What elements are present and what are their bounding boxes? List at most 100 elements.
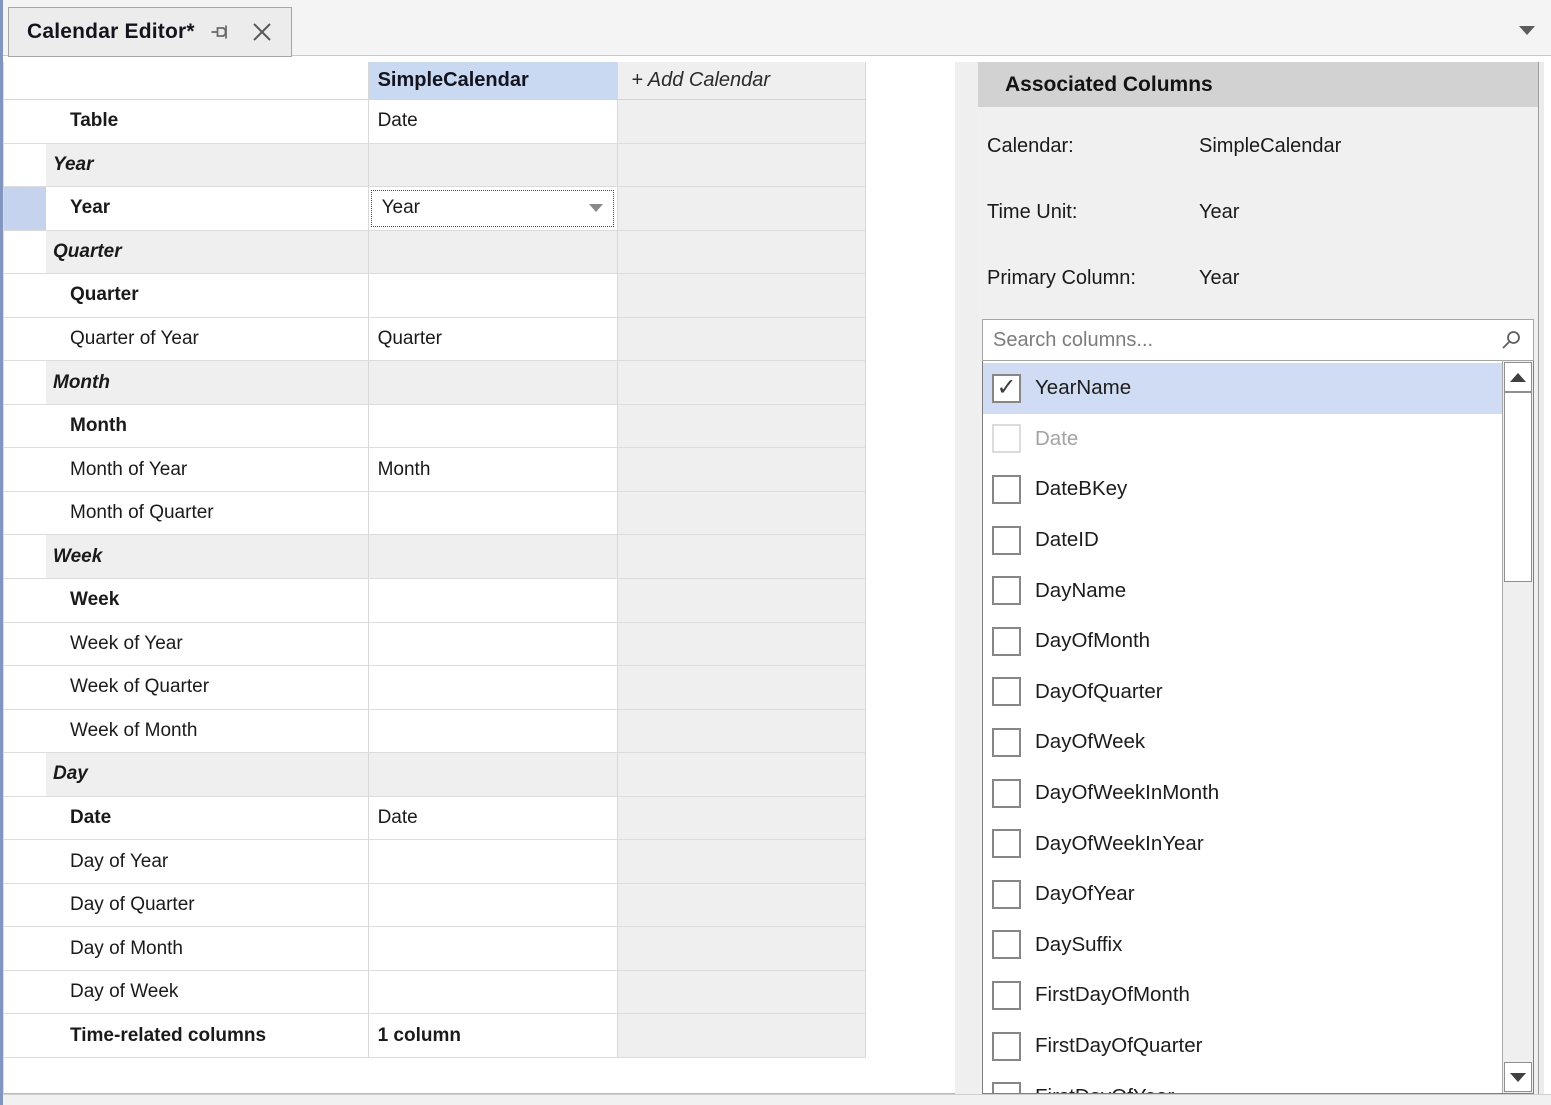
panel-splitter[interactable] xyxy=(955,62,978,1094)
row-value-cell[interactable] xyxy=(369,927,619,970)
row-value-cell[interactable] xyxy=(369,666,619,709)
chevron-down-icon[interactable] xyxy=(1519,26,1535,35)
row-value-cell[interactable] xyxy=(369,231,619,274)
row-value-cell[interactable]: Quarter xyxy=(369,318,619,361)
info-value: SimpleCalendar xyxy=(1199,135,1341,158)
row-label: Month of Quarter xyxy=(46,502,214,524)
row-value-cell[interactable] xyxy=(369,405,619,448)
table-row: Quarter xyxy=(4,274,866,318)
checkbox[interactable]: ✓ xyxy=(992,424,1021,453)
row-value-text: 1 column xyxy=(369,1025,461,1047)
row-gutter xyxy=(4,100,46,143)
list-item[interactable]: ✓ DayOfWeekInYear xyxy=(983,818,1502,869)
add-calendar-button[interactable]: + Add Calendar xyxy=(618,62,866,99)
search-input[interactable] xyxy=(983,329,1498,352)
row-value-cell[interactable]: 1 column xyxy=(369,1014,619,1057)
tab-calendar-editor[interactable]: Calendar Editor* xyxy=(8,7,292,57)
table-row: Month xyxy=(4,405,866,449)
list-item[interactable]: ✓ DateBKey xyxy=(983,464,1502,515)
list-item[interactable]: ✓ FirstDayOfQuarter xyxy=(983,1021,1502,1072)
row-add-calendar-cell xyxy=(618,448,866,491)
row-gutter xyxy=(4,187,46,230)
checkbox[interactable]: ✓ xyxy=(992,526,1021,555)
row-value-cell[interactable] xyxy=(369,274,619,317)
row-label-cell: Week of Month xyxy=(4,710,369,753)
list-item[interactable]: ✓ DayOfQuarter xyxy=(983,667,1502,718)
list-item[interactable]: ✓ DayName xyxy=(983,565,1502,616)
row-value-cell[interactable]: Date xyxy=(369,100,619,143)
table-row: Month of Quarter xyxy=(4,492,866,536)
grid-header-calendar-cell[interactable]: SimpleCalendar xyxy=(369,62,619,99)
row-value-cell[interactable]: Month xyxy=(369,448,619,491)
row-value-cell[interactable] xyxy=(369,623,619,666)
row-value-cell[interactable] xyxy=(369,971,619,1014)
row-value-dropdown[interactable]: Year xyxy=(371,190,615,227)
row-value-cell[interactable] xyxy=(369,710,619,753)
checkbox[interactable]: ✓ xyxy=(992,880,1021,909)
table-row: Quarter xyxy=(4,231,866,275)
table-row: Time-related columns 1 column xyxy=(4,1014,866,1058)
associated-columns-panel: Associated Columns Calendar: SimpleCalen… xyxy=(978,62,1539,1094)
scrollbar[interactable] xyxy=(1502,361,1533,1093)
row-gutter xyxy=(4,927,46,970)
row-value-cell[interactable] xyxy=(369,361,619,404)
pin-icon[interactable] xyxy=(209,19,235,45)
row-value-cell[interactable] xyxy=(369,492,619,535)
info-value: Year xyxy=(1199,201,1239,224)
list-item[interactable]: ✓ DayOfWeek xyxy=(983,717,1502,768)
row-value-cell[interactable] xyxy=(369,753,619,796)
row-add-calendar-cell xyxy=(618,884,866,927)
scroll-up-button[interactable] xyxy=(1504,362,1532,392)
list-item[interactable]: ✓ DayOfYear xyxy=(983,869,1502,920)
row-gutter xyxy=(4,579,46,622)
list-item[interactable]: ✓ YearName xyxy=(983,363,1502,414)
list-item[interactable]: ✓ DateID xyxy=(983,515,1502,566)
row-value-cell[interactable] xyxy=(369,535,619,578)
row-value-cell[interactable]: Date xyxy=(369,797,619,840)
row-label: Week of Month xyxy=(46,720,197,742)
checkbox[interactable]: ✓ xyxy=(992,374,1021,403)
column-name: DayOfWeek xyxy=(1035,730,1145,754)
list-item[interactable]: ✓ FirstDayOfMonth xyxy=(983,970,1502,1021)
calendar-grid-area: SimpleCalendar + Add Calendar Table Date… xyxy=(3,62,955,1094)
table-row: Day xyxy=(4,753,866,797)
row-label: Week of Year xyxy=(46,633,183,655)
info-row-primary-column: Primary Column: Year xyxy=(987,265,1538,291)
list-item[interactable]: ✓ DaySuffix xyxy=(983,920,1502,971)
checkbox[interactable]: ✓ xyxy=(992,829,1021,858)
row-value-cell[interactable] xyxy=(369,884,619,927)
row-value-cell[interactable] xyxy=(369,840,619,883)
row-add-calendar-cell xyxy=(618,187,866,230)
row-add-calendar-cell xyxy=(618,100,866,143)
checkbox[interactable]: ✓ xyxy=(992,576,1021,605)
scroll-down-button[interactable] xyxy=(1504,1062,1532,1092)
checkbox[interactable]: ✓ xyxy=(992,981,1021,1010)
row-add-calendar-cell xyxy=(618,710,866,753)
row-value-cell[interactable] xyxy=(369,579,619,622)
list-item[interactable]: ✓ DayOfWeekInMonth xyxy=(983,768,1502,819)
row-label-cell: Year xyxy=(4,187,369,230)
checkbox[interactable]: ✓ xyxy=(992,728,1021,757)
list-item[interactable]: ✓ DayOfMonth xyxy=(983,616,1502,667)
checkbox[interactable]: ✓ xyxy=(992,677,1021,706)
grid-header-row: SimpleCalendar + Add Calendar xyxy=(4,62,866,100)
checkbox[interactable]: ✓ xyxy=(992,930,1021,959)
checkbox[interactable]: ✓ xyxy=(992,779,1021,808)
row-label-cell: Week xyxy=(4,579,369,622)
checkbox[interactable]: ✓ xyxy=(992,1032,1021,1061)
search-icon[interactable] xyxy=(1498,329,1524,351)
checkbox[interactable]: ✓ xyxy=(992,1082,1021,1093)
row-gutter xyxy=(4,623,46,666)
column-name: DayOfWeekInMonth xyxy=(1035,781,1219,805)
close-icon[interactable] xyxy=(249,19,275,45)
scrollbar-thumb[interactable] xyxy=(1504,392,1532,582)
row-value-cell[interactable]: Year Year xyxy=(369,187,619,230)
row-label: Year xyxy=(46,197,110,219)
row-label-cell: Quarter xyxy=(4,274,369,317)
checkbox[interactable]: ✓ xyxy=(992,627,1021,656)
row-gutter xyxy=(4,144,46,187)
row-gutter xyxy=(4,840,46,883)
checkbox[interactable]: ✓ xyxy=(992,475,1021,504)
list-item[interactable]: ✓ FirstDayOfYear xyxy=(983,1071,1502,1093)
row-value-cell[interactable] xyxy=(369,144,619,187)
